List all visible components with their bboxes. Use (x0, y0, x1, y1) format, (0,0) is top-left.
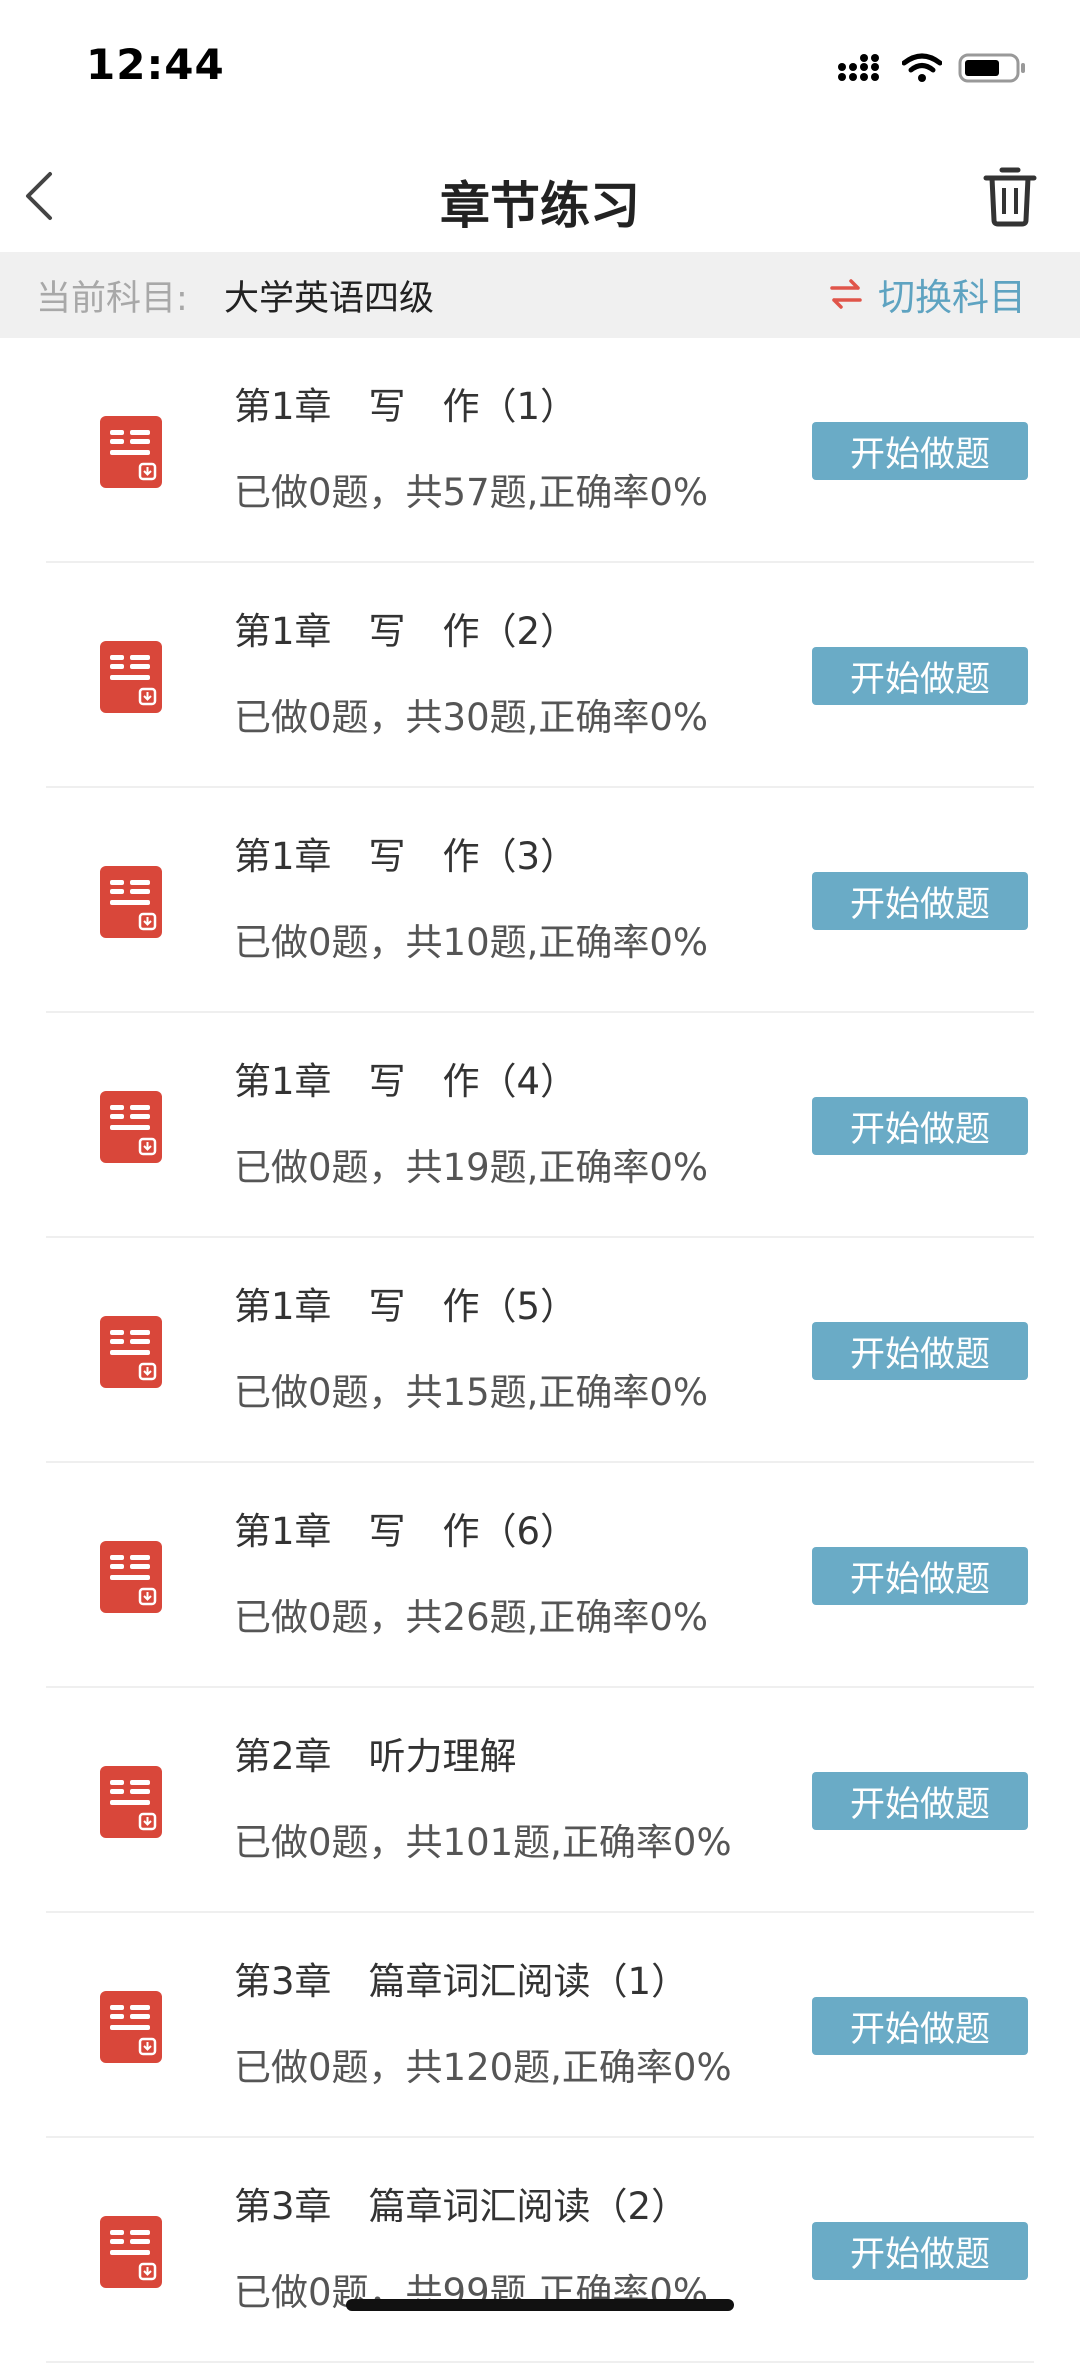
chapter-title: 第2章 听力理解 (234, 1735, 517, 1778)
chapter-stats: 已做0题，共30题,正确率0% (234, 696, 709, 739)
start-practice-button[interactable]: 开始做题 (812, 1547, 1028, 1605)
chapter-title: 第1章 写 作（4） (234, 1060, 578, 1103)
chapter-row: 第1章 写 作（6） 已做0题，共26题,正确率0% 开始做题 (0, 1463, 1080, 1688)
chapter-stats: 已做0题，共101题,正确率0% (234, 1821, 732, 1864)
subject-label: 当前科目: (36, 279, 188, 319)
delete-button[interactable] (980, 162, 1040, 228)
chapter-document-icon (100, 2216, 162, 2288)
nav-bar: 章节练习 (0, 140, 1080, 252)
chapter-document-icon (100, 1766, 162, 1838)
chapter-row: 第1章 写 作（2） 已做0题，共30题,正确率0% 开始做题 (0, 563, 1080, 788)
chapter-title: 第1章 写 作（5） (234, 1285, 578, 1328)
chapter-stats: 已做0题，共10题,正确率0% (234, 921, 709, 964)
chapter-row: 第1章 写 作（1） 已做0题，共57题,正确率0% 开始做题 (0, 338, 1080, 563)
start-practice-button[interactable]: 开始做题 (812, 2222, 1028, 2280)
switch-subject-button[interactable]: 切换科目 (828, 266, 1026, 322)
chapter-list: 第1章 写 作（1） 已做0题，共57题,正确率0% 开始做题 第1章 写 作（… (0, 338, 1080, 2363)
chapter-row: 第1章 写 作（4） 已做0题，共19题,正确率0% 开始做题 (0, 1013, 1080, 1238)
switch-subject-label: 切换科目 (878, 276, 1026, 319)
swap-arrows-icon (830, 279, 862, 309)
chapter-document-icon (100, 1541, 162, 1613)
chapter-row: 第3章 篇章词汇阅读（2） 已做0题，共99题,正确率0% 开始做题 (0, 2138, 1080, 2363)
chapter-stats: 已做0题，共57题,正确率0% (234, 471, 709, 514)
chapter-document-icon (100, 641, 162, 713)
chapter-document-icon (100, 1991, 162, 2063)
chapter-stats: 已做0题，共120题,正确率0% (234, 2046, 732, 2089)
chapter-row: 第3章 篇章词汇阅读（1） 已做0题，共120题,正确率0% 开始做题 (0, 1913, 1080, 2138)
start-practice-button[interactable]: 开始做题 (812, 647, 1028, 705)
status-time: 12:44 (86, 40, 225, 89)
start-practice-button[interactable]: 开始做题 (812, 1097, 1028, 1155)
chapter-title: 第1章 写 作（3） (234, 835, 578, 878)
start-practice-button[interactable]: 开始做题 (812, 1322, 1028, 1380)
chapter-stats: 已做0题，共15题,正确率0% (234, 1371, 709, 1414)
chapter-document-icon (100, 416, 162, 488)
subject-value: 大学英语四级 (224, 279, 435, 319)
start-practice-button[interactable]: 开始做题 (812, 422, 1028, 480)
chapter-title: 第3章 篇章词汇阅读（2） (234, 2185, 689, 2228)
start-practice-button[interactable]: 开始做题 (812, 1772, 1028, 1830)
chapter-row: 第2章 听力理解 已做0题，共101题,正确率0% 开始做题 (0, 1688, 1080, 1913)
status-bar: 12:44 (0, 0, 1080, 140)
home-indicator (346, 2299, 734, 2311)
chapter-title: 第1章 写 作（2） (234, 610, 578, 653)
trash-icon (983, 167, 1037, 227)
chapter-row: 第1章 写 作（3） 已做0题，共10题,正确率0% 开始做题 (0, 788, 1080, 1013)
subject-bar: 当前科目: 大学英语四级 切换科目 (0, 252, 1080, 338)
chapter-stats: 已做0题，共19题,正确率0% (234, 1146, 709, 1189)
start-practice-button[interactable]: 开始做题 (812, 1997, 1028, 2055)
chapter-document-icon (100, 1091, 162, 1163)
chapter-document-icon (100, 1316, 162, 1388)
start-practice-button[interactable]: 开始做题 (812, 872, 1028, 930)
signal-icon (838, 54, 879, 81)
chapter-row: 第1章 写 作（5） 已做0题，共15题,正确率0% 开始做题 (0, 1238, 1080, 1463)
chapter-title: 第1章 写 作（1） (234, 385, 578, 428)
wifi-icon (902, 53, 942, 82)
page-title: 章节练习 (440, 177, 640, 235)
chapter-title: 第1章 写 作（6） (234, 1510, 578, 1553)
battery-icon (958, 53, 1025, 83)
chapter-stats: 已做0题，共26题,正确率0% (234, 1596, 709, 1639)
chapter-document-icon (100, 866, 162, 938)
chapter-title: 第3章 篇章词汇阅读（1） (234, 1960, 689, 2003)
status-icons (820, 46, 1028, 90)
